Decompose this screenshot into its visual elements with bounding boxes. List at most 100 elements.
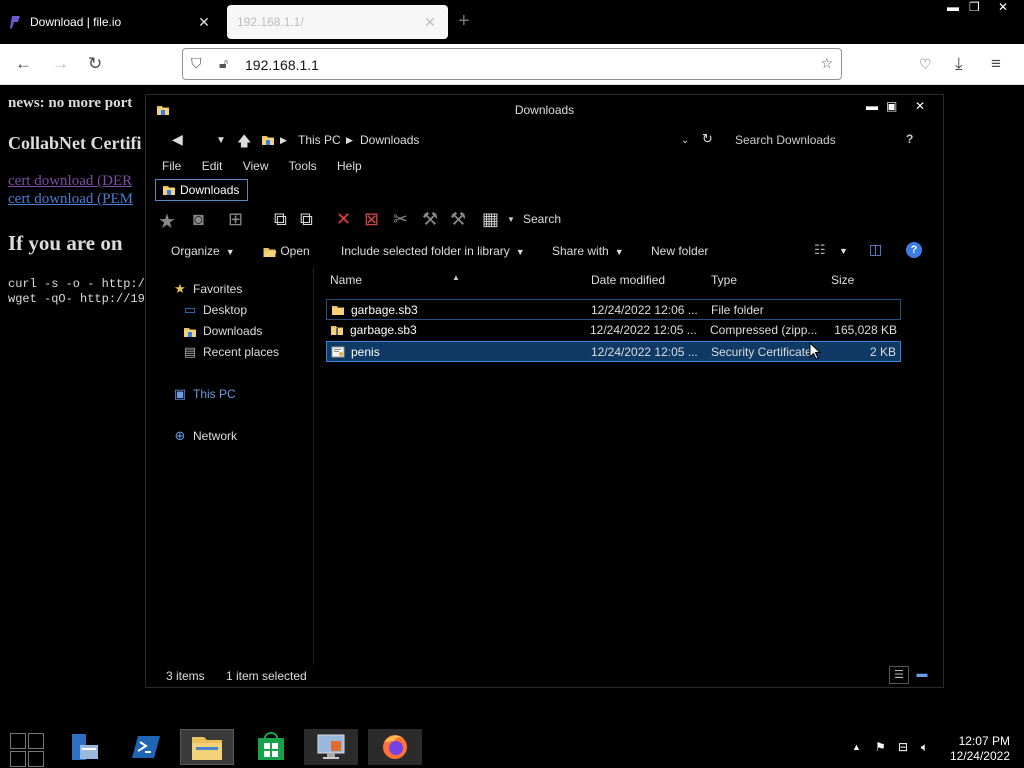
close-window-button[interactable]: ✕ [915,99,925,113]
column-date-modified[interactable]: Date modified [591,273,665,287]
include-in-library-button[interactable]: Include selected folder in library ▼ [341,244,525,258]
maximize-button[interactable]: ▣ [886,99,897,113]
close-icon[interactable]: ✕ [196,14,212,31]
desktop-icon: ▭ [183,302,197,317]
remote-desktop-app[interactable] [304,729,358,765]
menu-icon[interactable]: ≡ [991,54,1001,74]
minimize-button[interactable]: ▬ [866,99,878,113]
cert-der-link[interactable]: cert download (DER [8,173,132,190]
close-icon[interactable]: ✕ [422,14,438,31]
tab-router[interactable]: 192.168.1.1/ ✕ [227,5,448,39]
menu-view[interactable]: View [243,159,269,173]
delete-icon[interactable]: ✕ [336,209,351,230]
start-button[interactable] [10,733,44,767]
nav-network[interactable]: ⊕ Network [172,428,237,444]
windows-icon[interactable]: ⊞ [228,209,243,230]
firefox-app[interactable] [368,729,422,765]
star-icon: ★ [174,281,186,296]
chevron-right-icon[interactable]: ▶ [280,135,287,146]
nav-desktop[interactable]: ▭ Desktop [182,302,247,318]
up-icon[interactable]: 🡅 [237,131,251,155]
url-text[interactable]: 192.168.1.1 [245,57,319,73]
url-bar[interactable]: ⛉ 🔓︎ 192.168.1.1 ☆ [182,48,842,80]
nav-downloads[interactable]: Downloads [182,323,262,339]
disc-icon[interactable]: ◙ [193,209,204,230]
nav-label: Network [193,429,238,443]
view-grid-icon[interactable]: ▦ [482,209,499,230]
new-tab-button[interactable]: + [458,10,470,33]
flag-icon[interactable]: ⚑ [875,740,886,754]
store-app[interactable] [244,729,298,765]
restore-button[interactable]: ❐ [969,0,980,14]
menu-file[interactable]: File [162,159,181,173]
network-status-icon[interactable]: ⊟ [898,740,908,754]
cert-pem-link[interactable]: cert download (PEM [8,191,133,208]
menu-help[interactable]: Help [337,159,362,173]
cut-icon[interactable]: ✂ [393,209,408,230]
share-with-button[interactable]: Share with ▼ [552,244,624,258]
refresh-icon[interactable]: ↻ [702,131,713,147]
breadcrumb-this-pc[interactable]: This PC [298,133,341,147]
paste-icon[interactable]: ⧉ [300,209,313,230]
menu-edit[interactable]: Edit [202,159,223,173]
copy-icon[interactable]: ⧉ [274,209,287,230]
lock-icon[interactable]: 🔓︎ [219,55,228,72]
clock[interactable]: 12:07 PM 12/24/2022 [950,734,1010,764]
tool-icon[interactable]: ⚒ [450,209,466,230]
reload-button[interactable]: ↻ [88,54,102,74]
menu-tools[interactable]: Tools [289,159,317,173]
help-icon[interactable]: ? [906,132,913,146]
column-type[interactable]: Type [711,273,737,287]
clock-time: 12:07 PM [958,734,1010,748]
help-icon[interactable]: ? [906,242,922,258]
file-row[interactable]: garbage.sb3 12/24/2022 12:06 ... File fo… [326,299,901,320]
chevron-down-icon[interactable]: ▼ [507,215,515,224]
shield-icon[interactable]: ⛉ [191,55,202,72]
file-list-header: ▲ Name Date modified Type Size [326,273,900,293]
tab-file-io[interactable]: Download | file.io ✕ [0,5,222,39]
pocket-icon[interactable]: ♡ [919,56,932,73]
explorer-title-bar[interactable]: Downloads ▬ ▣ ✕ [146,95,943,125]
chevron-right-icon[interactable]: ▶ [346,135,353,146]
column-size[interactable]: Size [831,273,854,287]
details-view-icon[interactable]: ☰ [889,666,909,684]
file-row[interactable]: garbage.sb3 12/24/2022 12:05 ... Compres… [326,320,901,341]
downloads-icon[interactable]: ⤓ [955,54,963,74]
back-icon[interactable]: ◀ [172,131,183,148]
server-manager-app[interactable] [58,729,112,765]
chevron-down-icon[interactable]: ⌄ [681,135,689,146]
explorer-window: Downloads ▬ ▣ ✕ ◀ ▼ 🡅 ▶ This PC ▶ Downlo… [145,94,944,688]
bookmark-star-icon[interactable]: ☆ [820,55,833,72]
chevron-up-icon[interactable]: ▲ [852,742,861,752]
start-tile [10,751,26,767]
column-name[interactable]: Name [330,273,362,287]
nav-this-pc[interactable]: ▣ This PC [172,386,236,402]
nav-favorites[interactable]: ★ Favorites [172,281,242,297]
toolbar-search-label[interactable]: Search [523,212,561,226]
delete-box-icon[interactable]: ⊠ [364,209,379,230]
close-window-button[interactable]: ✕ [998,0,1008,14]
new-folder-button[interactable]: New folder [651,244,708,258]
file-name-cell: garbage.sb3 [330,323,417,337]
tool-icon[interactable]: ⚒ [422,209,438,230]
breadcrumb-downloads[interactable]: Downloads [360,133,419,147]
star-icon[interactable]: ★ [158,209,176,234]
search-input[interactable]: Search Downloads [735,133,836,147]
preview-pane-icon[interactable]: ◫ [869,241,882,258]
powershell-app[interactable] [120,729,174,765]
start-tile [10,733,26,749]
forward-button[interactable]: → [52,54,69,74]
open-button[interactable]: Open [262,244,310,259]
minimize-button[interactable]: ▬ [947,0,959,14]
library-tab-downloads[interactable]: Downloads [155,179,249,201]
back-button[interactable]: ← [15,54,32,74]
nav-recent-places[interactable]: ▤ Recent places [182,344,279,360]
volume-muted-icon[interactable]: 🔈︎ [921,740,928,755]
file-explorer-app[interactable] [180,729,234,765]
recent-locations-icon[interactable]: ▼ [216,135,226,146]
organize-button[interactable]: Organize ▼ [171,244,235,258]
change-view-icon[interactable]: ☷ [814,242,826,258]
chevron-down-icon[interactable]: ▼ [839,246,848,256]
nav-label: Downloads [203,323,263,338]
large-icons-view-icon[interactable]: ▬ [912,666,932,684]
